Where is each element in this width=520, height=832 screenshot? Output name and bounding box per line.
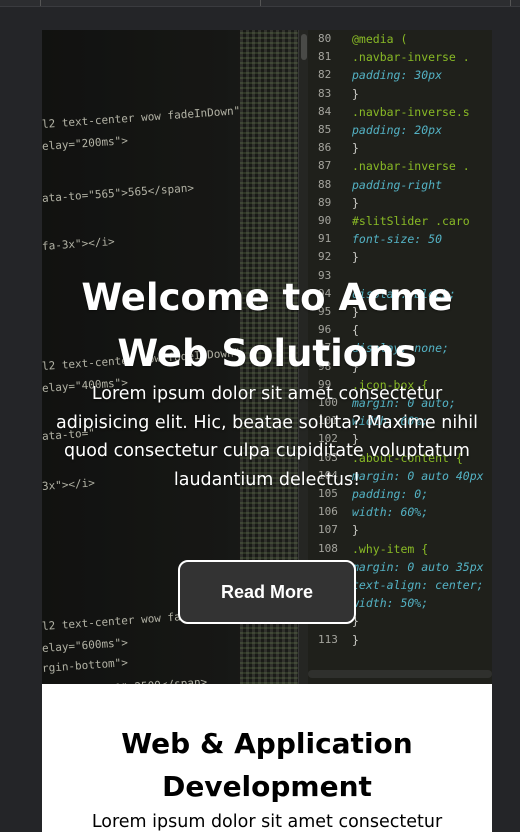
top-bar-divider: [40, 0, 41, 6]
hero-description: Lorem ipsum dolor sit amet consectetur a…: [55, 384, 479, 490]
section-description: Lorem ipsum dolor sit amet consectetur: [91, 812, 443, 832]
section-title: Web & Application Development: [121, 727, 413, 803]
hero-title: Welcome to Acme Web Solutions: [81, 276, 453, 375]
services-section: Web & Application Development Lorem ipsu…: [42, 684, 492, 832]
top-bar-divider: [510, 0, 511, 6]
hero-section: l2 text-center wow fadeInDown" elay="200m…: [42, 30, 492, 684]
top-bar-divider: [260, 0, 261, 6]
browser-top-bar: [0, 0, 520, 7]
page-viewport: l2 text-center wow fadeInDown" elay="200m…: [42, 30, 492, 832]
read-more-button[interactable]: Read More: [178, 560, 356, 624]
